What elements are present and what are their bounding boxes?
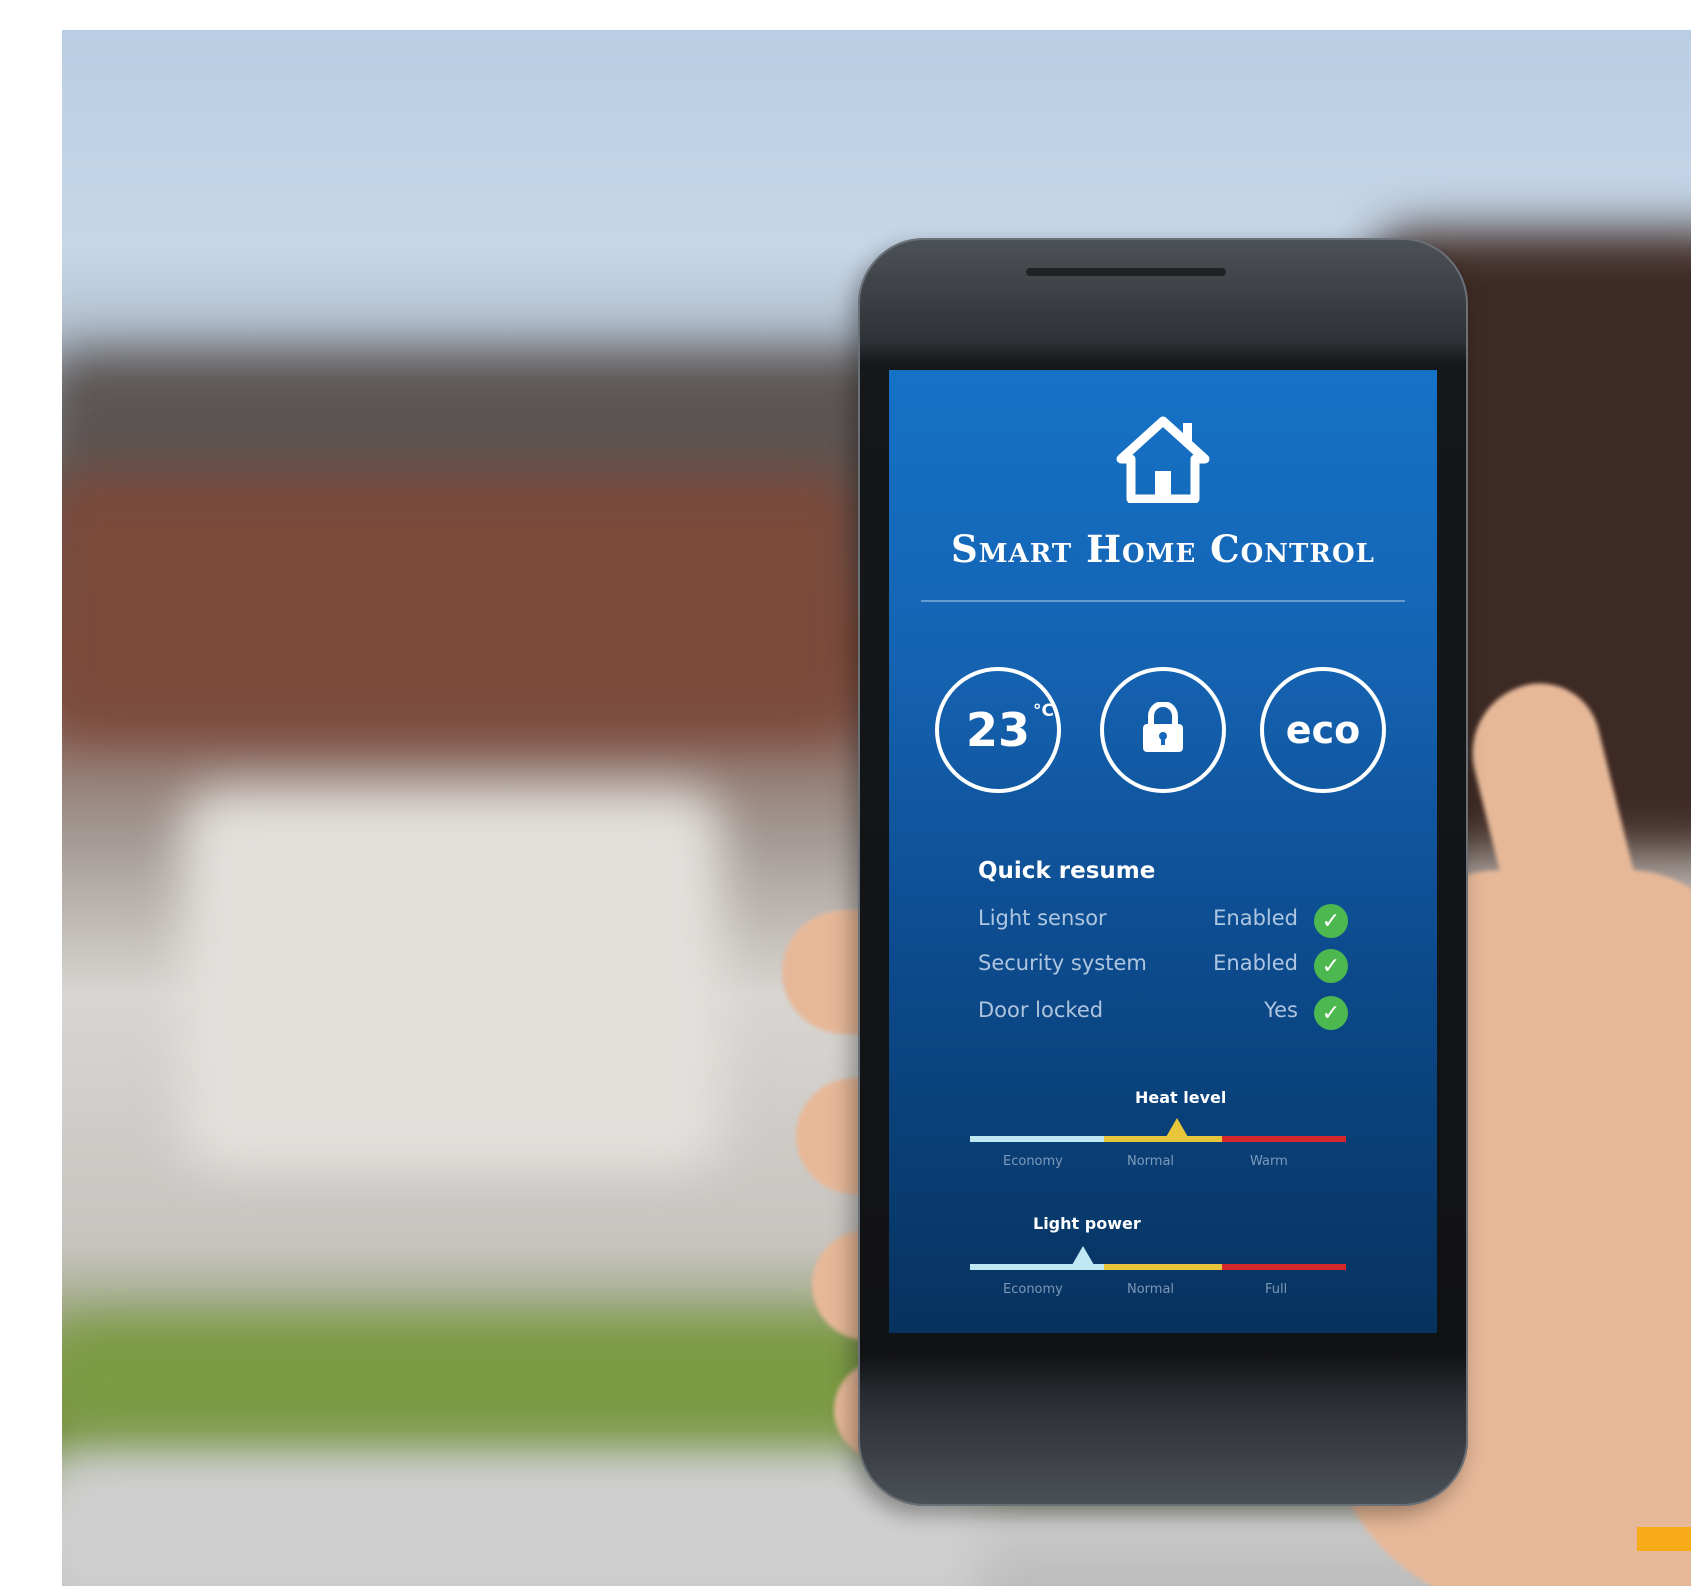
brick-wall	[62, 470, 862, 740]
check-icon: ✓	[1314, 949, 1348, 983]
row-label: Door locked	[978, 998, 1104, 1022]
app-screen: Smart Home Control 23 °C eco Quick resume…	[889, 370, 1437, 1333]
tick-normal: Normal	[1127, 1282, 1175, 1297]
tick-warm: Warm	[1250, 1154, 1288, 1169]
heat-level-thumb[interactable]	[1165, 1118, 1188, 1137]
normal-segment	[1104, 1136, 1222, 1142]
economy-segment	[970, 1136, 1104, 1142]
quick-resume-row-door-locked: Door locked Yes ✓	[978, 996, 1348, 1032]
temperature-button[interactable]: 23 °C	[935, 667, 1061, 793]
temperature-value: 23 °C	[965, 701, 1054, 757]
heat-level-slider[interactable]	[970, 1136, 1346, 1142]
road	[62, 1450, 982, 1586]
full-segment	[1222, 1264, 1346, 1270]
row-label: Security system	[978, 951, 1147, 975]
eco-label: eco	[1285, 708, 1361, 752]
row-value: Enabled	[1213, 951, 1298, 975]
tick-full: Full	[1265, 1282, 1288, 1297]
light-power-title: Light power	[1033, 1214, 1141, 1233]
phone-speaker	[1026, 268, 1226, 276]
lawn	[62, 1320, 882, 1440]
app-title: Smart Home Control	[951, 527, 1375, 571]
quick-resume-row-security-system: Security system Enabled ✓	[978, 949, 1348, 985]
quick-resume-title: Quick resume	[978, 858, 1156, 884]
quick-resume-row-light-sensor: Light sensor Enabled ✓	[978, 904, 1348, 940]
heat-level-title: Heat level	[1135, 1088, 1227, 1107]
tick-normal: Normal	[1127, 1154, 1175, 1169]
lock-button[interactable]	[1100, 667, 1226, 793]
row-value: Yes	[1264, 998, 1298, 1022]
check-icon: ✓	[1314, 904, 1348, 938]
tick-economy: Economy	[1003, 1282, 1063, 1297]
light-power-slider[interactable]	[970, 1264, 1346, 1270]
tick-economy: Economy	[1003, 1154, 1063, 1169]
light-power-thumb[interactable]	[1071, 1246, 1094, 1265]
row-value: Enabled	[1213, 906, 1298, 930]
window-area	[182, 790, 722, 1170]
lock-icon	[1141, 701, 1185, 758]
check-icon: ✓	[1314, 996, 1348, 1030]
accent-bar	[1637, 1527, 1691, 1551]
home-icon	[1115, 415, 1211, 504]
normal-segment	[1104, 1264, 1222, 1270]
temperature-unit: °C	[1033, 701, 1054, 721]
warm-segment	[1222, 1136, 1346, 1142]
eco-button[interactable]: eco	[1260, 667, 1386, 793]
title-divider	[921, 600, 1405, 602]
row-label: Light sensor	[978, 906, 1107, 930]
